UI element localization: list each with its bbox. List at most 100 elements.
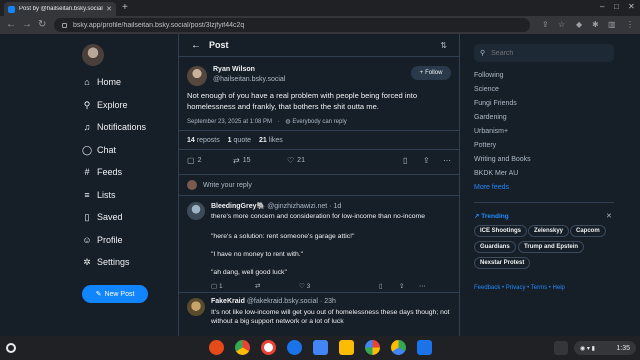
search-input[interactable] [491,49,592,57]
keep-icon[interactable] [339,340,354,355]
app-icon-1[interactable] [209,340,224,355]
feed-link[interactable]: Urbanism+ [474,128,508,135]
address-bar[interactable] [54,18,530,32]
meet-icon[interactable] [287,340,302,355]
reply-age[interactable]: 1d [333,203,341,210]
nav-notifications-label: Notifications [97,122,147,132]
reply-share-button[interactable]: ⇪ [399,282,404,290]
divider [179,195,459,196]
status-indicators-icon: ◉ ▾ ▮ [580,345,595,352]
reply-more-button[interactable]: ⋯ [419,282,426,290]
trending-topic[interactable]: Guardians [474,241,516,253]
thread-options-icon[interactable]: ⇅ [440,41,447,50]
reply-setting[interactable]: Everybody can reply [292,119,346,125]
trending-topic[interactable]: ICE Shootings [474,225,527,237]
back-arrow-icon[interactable]: ← [191,40,201,51]
follow-button[interactable]: + Follow [411,66,451,80]
browser-tab[interactable]: Post by @hailseitan.bsky.social ✕ [4,2,116,16]
minimize-icon[interactable]: – [600,2,604,11]
maximize-icon[interactable]: □ [614,2,619,11]
reply-age[interactable]: 23h [324,298,336,305]
trending-topic[interactable]: Nexstar Protest [474,257,531,269]
right-sidebar: ⚲ Following Science Fungi Friends Garden… [460,34,640,336]
feed-link[interactable]: Following [474,72,504,79]
feed-link[interactable]: Science [474,86,499,93]
site-info-icon[interactable] [62,22,67,28]
feed-link[interactable]: Fungi Friends [474,100,517,107]
extensions-puzzle-icon[interactable]: ✱ [592,19,599,31]
author-avatar[interactable] [187,66,207,86]
likes-stat[interactable]: 21 likes [259,137,283,144]
footer-links[interactable]: Feedback • Privacy • Terms • Help [474,285,565,291]
nav-feeds[interactable]: # Feeds [82,167,122,177]
author-handle[interactable]: @hailseitan.bsky.social [213,76,285,83]
reload-icon[interactable]: ↻ [38,18,46,32]
hash-icon: # [84,167,90,177]
nav-profile[interactable]: ☺ Profile [82,235,122,245]
trending-topic[interactable]: Capcom [570,225,606,237]
more-options-button[interactable]: ⋯ [443,156,454,165]
share-button[interactable]: ⇪ [423,156,433,165]
back-icon[interactable]: ← [6,18,16,32]
current-user-avatar[interactable] [82,44,104,66]
bookmark-star-icon[interactable]: ☆ [558,19,565,31]
feed-link[interactable]: Pottery [474,142,496,149]
trending-topic[interactable]: Trump and Epstein [518,241,585,253]
nav-settings[interactable]: ✲ Settings [82,257,129,267]
gmail-icon[interactable] [261,340,276,355]
close-tab-icon[interactable]: ✕ [106,5,112,13]
photos-icon[interactable] [365,340,380,355]
reply-reply-button[interactable]: ▢ 1 [211,282,223,290]
reply-button[interactable]: ▢ 2 [187,156,201,165]
feed-link[interactable]: Writing and Books [474,156,531,163]
reply-item[interactable]: BleedingGrey🐘 @ginzhizhawizi.net · 1d th… [187,202,453,292]
write-reply-prompt[interactable]: Write your reply [187,180,252,190]
reply-author-name[interactable]: BleedingGrey🐘 [211,203,265,210]
nav-saved[interactable]: ▯ Saved [82,212,123,222]
nav-notifications[interactable]: ♫ Notifications [82,122,146,132]
reposts-stat[interactable]: 14 reposts [187,137,220,144]
close-trending-icon[interactable]: ✕ [606,212,612,220]
nav-home[interactable]: ⌂ Home [82,77,121,87]
search-box[interactable]: ⚲ [474,44,614,62]
reply-bookmark-button[interactable]: ▯ [379,282,383,290]
forward-icon[interactable]: → [22,18,32,32]
repost-button[interactable]: ⇄ 15 [233,156,251,165]
like-button[interactable]: ♡ 21 [287,156,305,165]
trending-topic[interactable]: Zelenskyy [528,225,570,237]
launcher-icon[interactable] [6,343,16,353]
close-window-icon[interactable]: ✕ [628,2,635,11]
chrome-icon[interactable] [235,340,250,355]
quotes-stat[interactable]: 1 quote [228,137,251,144]
more-feeds-link[interactable]: More feeds [474,184,509,191]
browser-menu-icon[interactable]: ⋮ [626,19,634,31]
play-store-icon[interactable] [391,340,406,355]
reply-author-handle[interactable]: @ginzhizhawizi.net [267,203,327,210]
share-icon[interactable]: ⇪ [542,19,549,31]
extension-icon[interactable]: ◆ [576,19,582,31]
files-icon[interactable] [417,340,432,355]
status-tray[interactable]: ◉ ▾ ▮ 1:35 [574,341,636,355]
reply-avatar[interactable] [187,298,205,316]
reply-avatar[interactable] [187,202,205,220]
reply-repost-button[interactable]: ⇄ [255,282,260,290]
tab-title: Post by @hailseitan.bsky.social [19,6,103,12]
nav-lists[interactable]: ≡ Lists [82,190,115,200]
post-date[interactable]: September 23, 2025 at 1:08 PM [187,119,272,125]
nav-chat[interactable]: ◯ Chat [82,145,116,155]
feed-link[interactable]: BKDK Mer AU [474,170,518,177]
side-panel-icon[interactable]: ▥ [608,19,616,31]
author-name[interactable]: Ryan Wilson [213,66,255,73]
holding-space-icon[interactable] [554,341,568,355]
reply-author-handle[interactable]: @fakekraid.bsky.social [247,298,318,305]
url-input[interactable] [73,21,373,29]
bookmark-button[interactable]: ▯ [403,156,410,165]
reply-item[interactable]: FakeKraid @fakekraid.bsky.social · 23h I… [187,298,453,336]
feed-link[interactable]: Gardening [474,114,507,121]
reply-like-button[interactable]: ♡ 3 [299,282,310,290]
new-post-button[interactable]: ✎ New Post [82,285,148,303]
calendar-icon[interactable] [313,340,328,355]
nav-explore[interactable]: ⚲ Explore [82,100,128,110]
reply-author-name[interactable]: FakeKraid [211,298,245,305]
new-tab-icon[interactable]: + [122,2,128,14]
